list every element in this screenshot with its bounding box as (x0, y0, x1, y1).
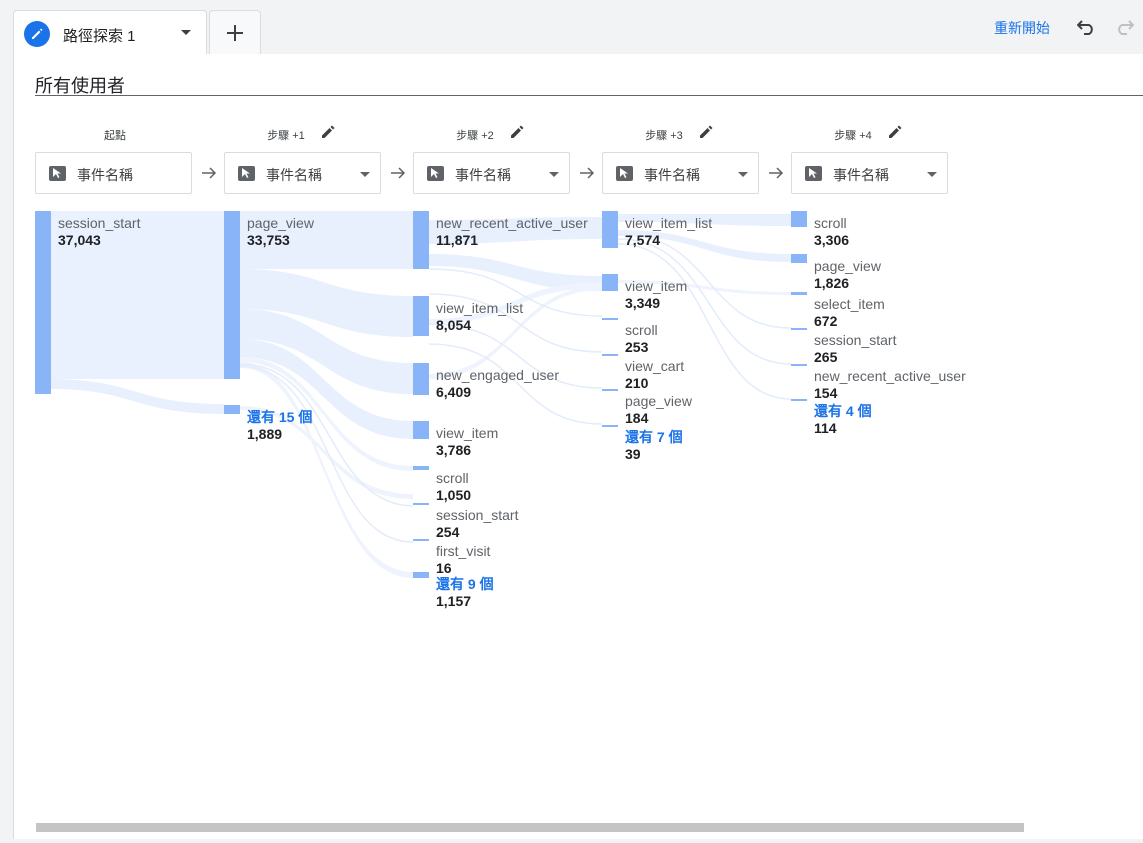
flow-node-bar[interactable] (602, 211, 618, 248)
node-name: first_visit (436, 543, 491, 559)
tab-title: 路徑探索 1 (63, 28, 136, 45)
flow-node-bar[interactable] (413, 296, 429, 336)
node-value: 1,889 (247, 426, 283, 442)
node-value: 3,306 (814, 232, 850, 248)
node-value: 3,786 (436, 442, 472, 458)
node-name: new_recent_active_user (814, 368, 966, 384)
node-name: page_view (247, 215, 314, 231)
more-nodes-link[interactable]: 還有 4 個 (814, 403, 872, 419)
more-nodes-link[interactable]: 還有 9 個 (436, 576, 494, 592)
node-name: page_view (625, 393, 692, 409)
node-value: 3,349 (625, 295, 661, 311)
node-name: scroll (436, 470, 469, 486)
node-value: 33,753 (247, 232, 290, 248)
path-flow-diagram (35, 211, 807, 578)
node-name: new_engaged_user (436, 367, 559, 383)
node-value: 1,157 (436, 593, 472, 609)
node-name: scroll (814, 215, 847, 231)
flow-link (51, 379, 224, 414)
flow-node-bar[interactable] (224, 211, 240, 379)
more-nodes-link[interactable]: 還有 15 個 (247, 409, 312, 425)
flow-node-bar[interactable] (413, 539, 429, 541)
node-name: session_start (58, 215, 141, 231)
tab-bar: 路徑探索 1 重新開始 (0, 0, 1143, 54)
node-value: 1,050 (436, 487, 472, 503)
node-name: session_start (814, 332, 897, 348)
node-value: 184 (625, 410, 649, 426)
node-value: 210 (625, 375, 649, 391)
node-value: 16 (436, 560, 452, 576)
node-name: select_item (814, 296, 885, 312)
node-value: 39 (625, 446, 641, 462)
node-value: 6,409 (436, 384, 472, 400)
flow-node-bar[interactable] (791, 328, 807, 330)
node-name: view_cart (625, 358, 685, 374)
node-value: 7,574 (625, 232, 661, 248)
node-name: view_item (436, 425, 499, 441)
flow-node-bar[interactable] (602, 354, 618, 356)
node-name: view_item_list (625, 215, 713, 231)
flow-node-bar[interactable] (791, 254, 807, 263)
node-name: view_item (625, 278, 688, 294)
flow-node-bar[interactable] (791, 364, 807, 366)
node-name: page_view (814, 258, 881, 274)
tab-path-exploration[interactable]: 路徑探索 1 (13, 10, 207, 54)
node-value: 253 (625, 339, 649, 355)
horizontal-scrollbar[interactable] (36, 823, 1024, 832)
tab-menu-caret-icon[interactable] (181, 30, 191, 35)
flow-node-bar[interactable] (35, 211, 51, 394)
flow-node-bar[interactable] (791, 292, 807, 295)
flow-node-bar[interactable] (602, 389, 618, 391)
add-tab-button[interactable] (209, 10, 261, 54)
node-value: 114 (814, 420, 837, 436)
flow-node-bar[interactable] (602, 318, 618, 320)
node-name: new_recent_active_user (436, 215, 588, 231)
flow-node-bar[interactable] (602, 425, 618, 427)
restart-button[interactable]: 重新開始 (994, 18, 1050, 38)
node-value: 154 (814, 385, 838, 401)
flow-node-bar[interactable] (413, 466, 429, 470)
node-value: 254 (436, 524, 460, 540)
flow-node-bar[interactable] (413, 503, 429, 505)
redo-icon[interactable] (1114, 17, 1134, 35)
flow-node-bar[interactable] (413, 211, 429, 269)
node-value: 1,826 (814, 275, 850, 291)
flow-node-bar[interactable] (791, 211, 807, 227)
more-nodes-link[interactable]: 還有 7 個 (625, 429, 683, 445)
flow-node-bar[interactable] (413, 363, 429, 395)
node-name: session_start (436, 507, 519, 523)
node-name: view_item_list (436, 300, 524, 316)
flow-node-bar[interactable] (413, 421, 429, 439)
flow-node-bar[interactable] (791, 399, 807, 401)
node-value: 672 (814, 313, 838, 329)
node-value: 11,871 (436, 232, 479, 248)
flow-node-bar[interactable] (413, 572, 429, 578)
exploration-canvas: 所有使用者 起點 步驟 +1 步驟 +2 步驟 +3 步驟 +4 事件名稱 事件… (13, 54, 1143, 839)
plus-icon (227, 25, 243, 41)
flow-node-bar[interactable] (224, 405, 240, 414)
flow-node-bar[interactable] (602, 274, 618, 291)
edit-tab-icon[interactable] (24, 21, 50, 47)
node-value: 37,043 (58, 232, 101, 248)
node-name: scroll (625, 322, 658, 338)
node-value: 8,054 (436, 317, 472, 333)
undo-icon[interactable] (1077, 17, 1097, 35)
node-value: 265 (814, 349, 838, 365)
